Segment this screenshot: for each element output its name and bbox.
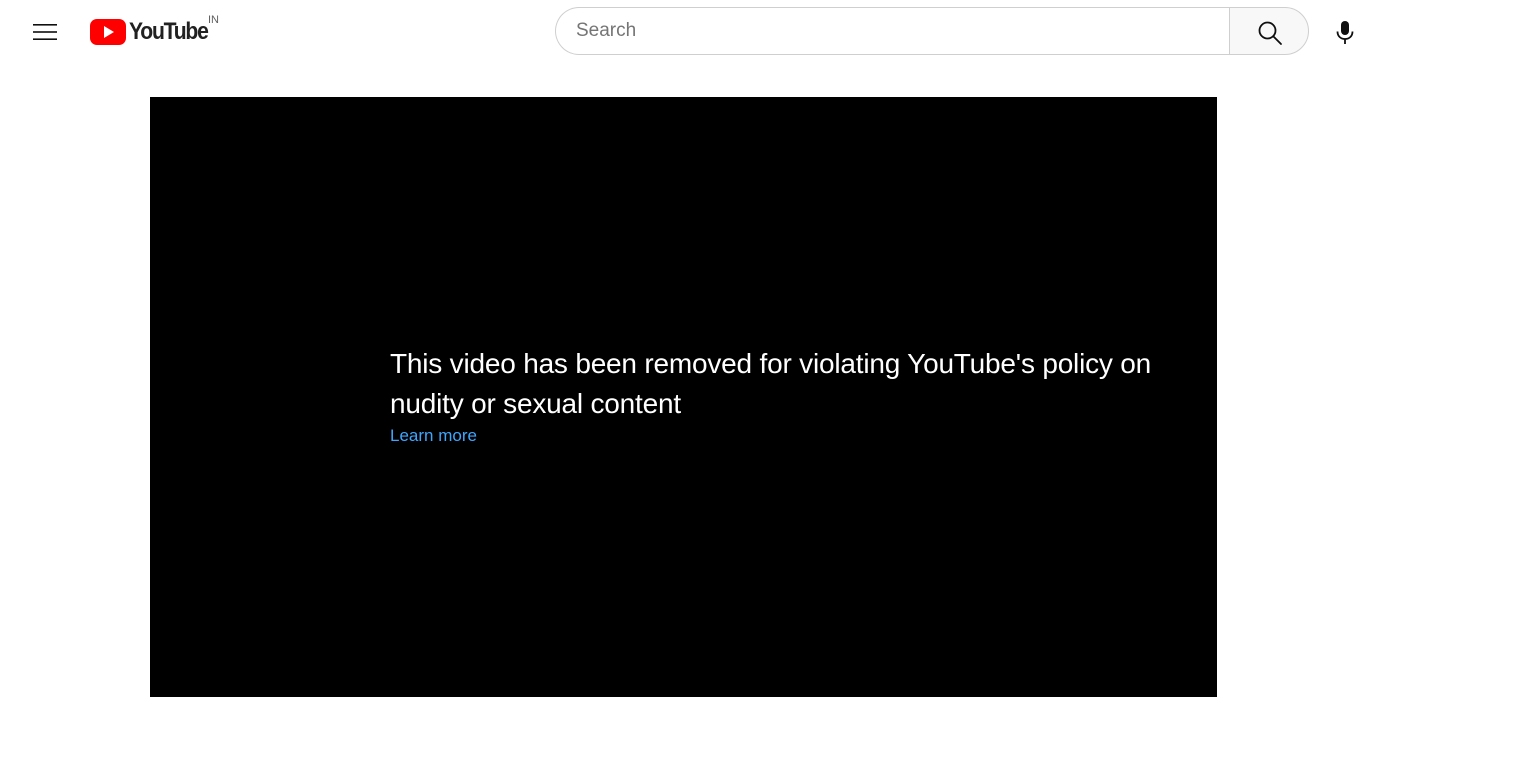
magnifier-icon [1258,21,1282,45]
voice-search-button[interactable] [1325,12,1365,52]
country-code: IN [208,14,219,26]
logo-text: YouTube [129,18,209,45]
guide-menu-button[interactable] [25,12,65,52]
search-box [555,7,1310,57]
search-input[interactable] [555,7,1229,55]
youtube-logo[interactable]: YouTube IN [90,14,230,50]
youtube-play-icon [90,19,126,45]
hamburger-menu-icon [33,24,57,40]
search-button[interactable] [1229,7,1309,55]
video-player[interactable]: This video has been removed for violatin… [150,97,1217,697]
masthead: YouTube IN [0,0,1531,64]
error-reason-text: This video has been removed for violatin… [390,348,1152,419]
microphone-icon [1336,21,1354,44]
learn-more-link[interactable]: Learn more [390,424,477,448]
player-error-message: This video has been removed for violatin… [390,344,1190,448]
